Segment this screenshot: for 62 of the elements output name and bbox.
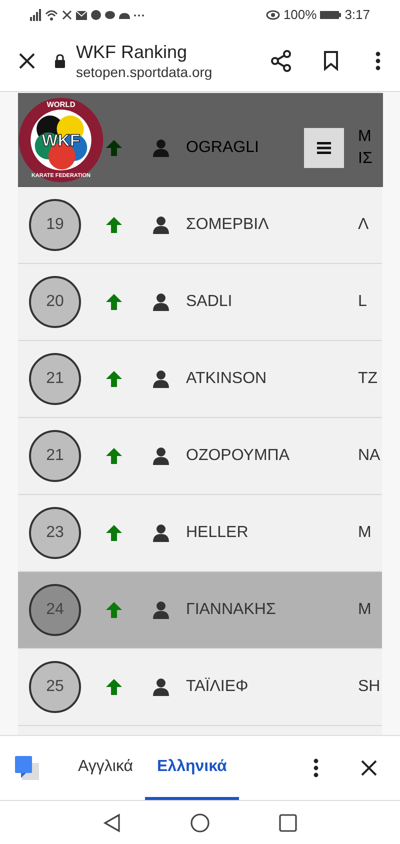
person-icon <box>153 293 169 311</box>
missed-call-icon <box>62 10 72 20</box>
rank-badge: 24 <box>29 584 81 636</box>
rank-badge: 25 <box>29 661 81 713</box>
athlete-name: ΤΑΪΛΙΕΦ <box>186 676 248 697</box>
lock-icon <box>54 54 66 68</box>
language-tab[interactable]: Αγγλικά <box>66 736 145 800</box>
menu-button[interactable] <box>304 128 344 168</box>
table-cell-text: Μ <box>358 523 372 543</box>
more-icon <box>313 758 319 778</box>
athlete-name: HELLER <box>186 523 248 543</box>
rank-badge: 21 <box>29 353 81 405</box>
table-cell-text: ΤΖ <box>358 369 378 389</box>
table-cell-text: L <box>358 292 367 312</box>
clock: 3:17 <box>344 6 370 24</box>
signal-icon <box>30 9 41 21</box>
rank-badge: 19 <box>29 199 81 251</box>
share-icon <box>270 50 292 72</box>
person-icon <box>153 524 169 542</box>
recents-icon <box>279 814 297 832</box>
more-icon <box>375 50 381 70</box>
wifi-icon <box>45 9 58 21</box>
speech-bubble-icon <box>105 10 115 20</box>
athlete-name: ΟΖΟΡΟΥΜΠΑ <box>186 446 290 466</box>
close-icon <box>361 760 377 776</box>
athlete-name: OGRAGLI <box>186 138 259 158</box>
chat-icon <box>91 10 101 20</box>
logo-text: WORLD <box>46 100 76 110</box>
athlete-name: ATKINSON <box>186 369 267 389</box>
table-cell-text: ΙΣ <box>358 149 372 169</box>
rank-badge: 23 <box>29 507 81 559</box>
rank-badge: 20 <box>29 276 81 328</box>
table-cell-text: SH <box>358 677 380 697</box>
person-icon <box>153 216 169 234</box>
more-dots-icon <box>134 14 144 16</box>
table-cell-text: ΝΑ <box>358 446 380 466</box>
athlete-name: SADLI <box>186 292 232 312</box>
battery-icon <box>320 10 342 20</box>
person-icon <box>153 139 169 157</box>
mail-icon <box>76 10 87 20</box>
home-icon <box>190 812 210 832</box>
table-cell-text: Μ <box>358 600 372 620</box>
page-url: setopen.sportdata.org <box>76 62 214 80</box>
ranking-row[interactable]: 24 ΓΙΑΝΝΑΚΗΣ Μ <box>18 572 382 649</box>
page-title: WKF Ranking <box>76 40 188 62</box>
person-icon <box>153 601 169 619</box>
rank-badge: 21 <box>29 430 81 482</box>
menu-icon <box>317 142 331 154</box>
athlete-name: ΓΙΑΝΝΑΚΗΣ <box>186 600 276 620</box>
bookmark-icon <box>323 50 339 70</box>
eye-icon <box>266 10 280 20</box>
person-icon <box>153 447 169 465</box>
back-icon <box>103 812 121 832</box>
translate-icon <box>14 755 40 781</box>
cloud-icon <box>119 12 130 18</box>
athlete-name: ΣΟΜΕΡΒΙΛ <box>186 215 269 235</box>
close-icon <box>18 52 36 70</box>
table-cell-text: Μ <box>358 127 372 147</box>
person-icon <box>153 678 169 696</box>
battery-percent: 100% <box>283 6 317 24</box>
table-cell-text: Λ <box>358 215 369 235</box>
person-icon <box>153 370 169 388</box>
